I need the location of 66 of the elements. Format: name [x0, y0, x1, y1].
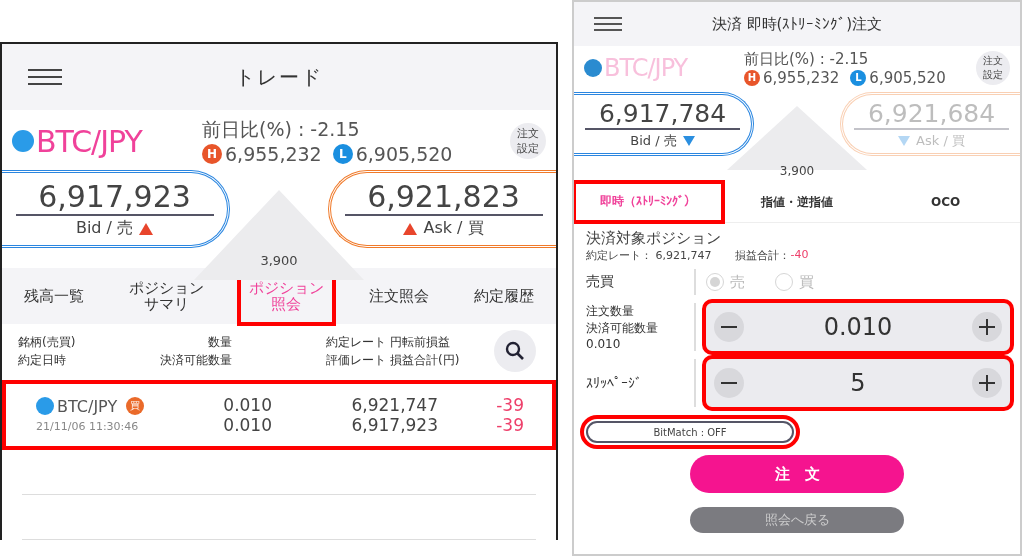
- menu-icon[interactable]: [594, 17, 622, 31]
- coin-icon: [12, 130, 34, 152]
- profit-loss-label: 損益合計：: [735, 248, 791, 263]
- daily-change: 前日比(%) : -2.15: [744, 49, 870, 69]
- high-badge: H: [744, 69, 760, 86]
- tab[interactable]: ポジション サマリ: [119, 268, 215, 324]
- tab[interactable]: 即時（ｽﾄﾘｰﾐﾝｸﾞ）: [574, 182, 723, 222]
- tab[interactable]: 指値・逆指値: [722, 182, 872, 222]
- coin-icon: [584, 59, 602, 77]
- side-badge: 買: [126, 397, 145, 416]
- coin-icon: [36, 397, 54, 416]
- bid-price-button[interactable]: 6,917,784 Bid / 売: [574, 92, 754, 156]
- currency-pair: BTC/JPY: [36, 123, 142, 159]
- field-note: 決済可能数量: [586, 320, 659, 337]
- profit-loss-total: -39: [496, 414, 524, 435]
- low-price: 6,905,520: [355, 143, 453, 165]
- low-badge: L: [850, 69, 867, 86]
- field-label: 売買: [586, 273, 615, 291]
- tab[interactable]: 残高一覧: [14, 268, 95, 324]
- column-header: 銘柄(売買) 約定日時: [18, 334, 77, 369]
- trade-rate: 6,921,747: [351, 394, 438, 415]
- profit-loss-value: -40: [790, 248, 809, 263]
- order-settings-button[interactable]: 注文 設定: [510, 123, 546, 159]
- spread-value: 3,900: [779, 164, 815, 178]
- plus-icon: [979, 375, 995, 391]
- high-price: 6,955,232: [225, 143, 322, 165]
- currency-pair: BTC/JPY: [57, 396, 118, 416]
- order-settings-button[interactable]: 注文 設定: [976, 51, 1010, 85]
- position-row[interactable]: BTC/JPY 買 21/11/06 11:30:46 0.010 0.010 6,921,747 6,917,923 -39 -39: [2, 380, 556, 450]
- screen-title: トレード: [235, 63, 323, 91]
- high-price: 6,955,232: [763, 68, 840, 87]
- increase-button[interactable]: [972, 368, 1002, 398]
- minus-icon: [721, 382, 737, 384]
- search-icon: [505, 341, 525, 361]
- column-header: 円転前損益 損益合計(円): [390, 334, 461, 369]
- search-button[interactable]: [494, 330, 536, 372]
- trade-datetime: 21/11/06 11:30:46: [36, 419, 140, 433]
- valuation-rate: 6,917,923: [351, 414, 438, 435]
- screen-title: 決済 即時(ｽﾄﾘｰﾐﾝｸﾞ)注文: [711, 14, 883, 34]
- low-price: 6,905,520: [869, 68, 946, 87]
- tab[interactable]: OCO: [871, 182, 1020, 222]
- field-label: 注文数量: [586, 303, 635, 320]
- order-button[interactable]: 注 文: [690, 455, 904, 493]
- column-header: 約定レート 評価レート: [325, 334, 386, 369]
- high-badge: H: [202, 144, 222, 164]
- closable-quantity: 0.010: [223, 414, 272, 435]
- section-title: 決済対象ポジション: [586, 229, 722, 248]
- tab[interactable]: 注文照会: [358, 268, 439, 324]
- ask-price-button[interactable]: 6,921,823 Ask / 買: [328, 170, 556, 248]
- daily-change: 前日比(%) : -2.15: [202, 117, 361, 142]
- increase-button[interactable]: [972, 312, 1002, 342]
- menu-icon[interactable]: [28, 69, 62, 85]
- profit-loss: -39: [496, 394, 524, 415]
- tab[interactable]: 約定履歴: [463, 268, 544, 324]
- decrease-button[interactable]: [714, 368, 744, 398]
- quantity: 0.010: [223, 394, 272, 415]
- field-label: ｽﾘｯﾍﾟｰｼﾞ: [586, 375, 643, 391]
- low-badge: L: [332, 144, 353, 164]
- column-header: 数量 決済可能数量: [159, 334, 232, 369]
- plus-icon: [979, 319, 995, 335]
- decrease-button[interactable]: [714, 312, 744, 342]
- closable-quantity: 0.010: [586, 337, 622, 351]
- spread-value: 3,900: [260, 253, 298, 268]
- minus-icon: [721, 326, 737, 328]
- currency-pair: BTC/JPY: [604, 54, 688, 82]
- trade-rate: 約定レート： 6,921,747: [586, 248, 712, 263]
